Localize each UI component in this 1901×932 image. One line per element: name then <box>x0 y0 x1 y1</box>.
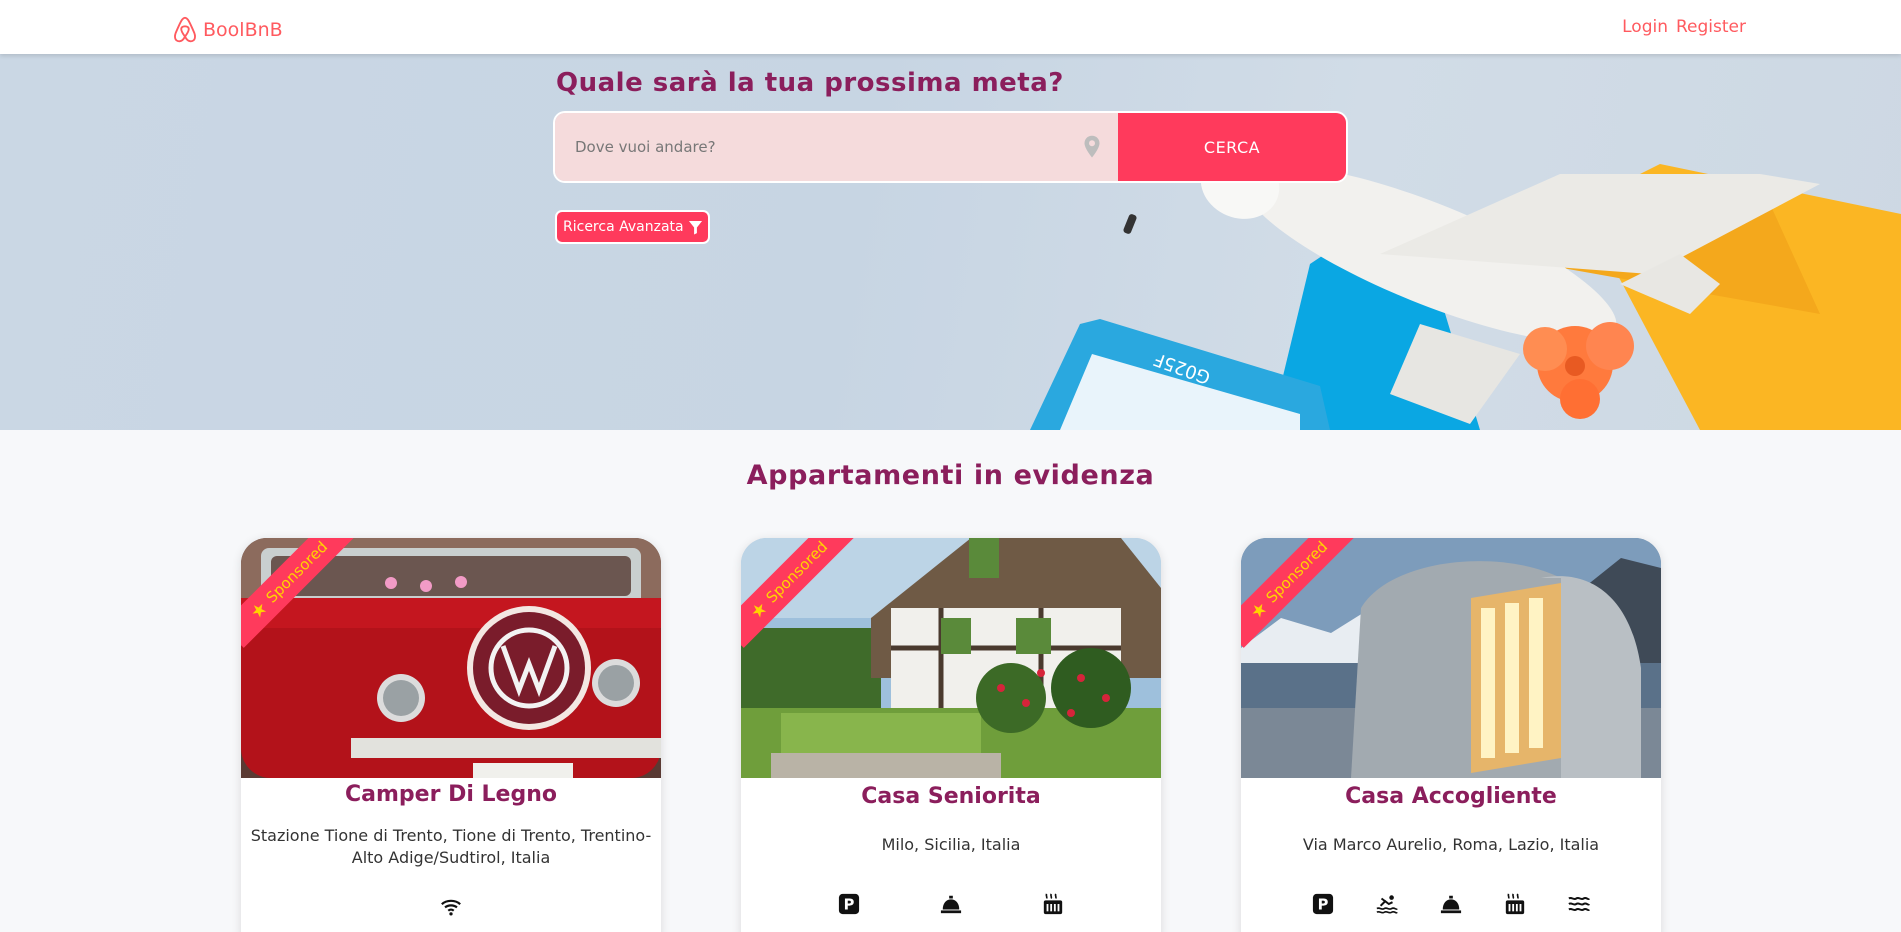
apartment-address: Stazione Tione di Trento, Tione di Trent… <box>250 826 652 867</box>
apartment-card[interactable]: ★ Sponsored Camper Di Legno Stazione Tio… <box>241 538 661 932</box>
advanced-search-label: Ricerca Avanzata <box>563 219 684 235</box>
amenities-list: P <box>1241 893 1661 915</box>
parking-icon: P <box>838 893 860 915</box>
hero-banner: G025F Quale sarà la tua prossima meta? C… <box>0 54 1901 430</box>
sea-view-icon <box>1568 893 1590 915</box>
apartment-title[interactable]: Casa Seniorita <box>741 784 1161 809</box>
reception-bell-icon <box>940 893 962 915</box>
apartment-title[interactable]: Casa Accogliente <box>1241 784 1661 809</box>
hero-airplane-tickets-image: G025F <box>1030 149 1901 430</box>
reception-bell-icon <box>1440 893 1462 915</box>
brand-logo-link[interactable]: BoolBnB <box>170 15 283 45</box>
star-icon: ★ <box>1245 597 1272 624</box>
destination-search-input[interactable] <box>555 113 1118 181</box>
svg-text:P: P <box>1318 897 1329 914</box>
advanced-search-button[interactable]: Ricerca Avanzata <box>555 210 710 244</box>
search-bar: CERCA <box>555 113 1346 181</box>
filter-icon <box>688 220 702 235</box>
wifi-icon <box>440 896 462 918</box>
navbar: BoolBnB Login Register <box>0 0 1901 54</box>
svg-text:P: P <box>844 897 855 914</box>
apartment-title[interactable]: Camper Di Legno <box>241 782 661 807</box>
register-link[interactable]: Register <box>1676 17 1746 37</box>
star-icon: ★ <box>745 597 772 624</box>
apartment-address: Milo, Sicilia, Italia <box>881 835 1021 854</box>
amenities-list: P <box>741 893 1161 915</box>
sauna-icon <box>1042 893 1064 915</box>
parking-icon: P <box>1312 893 1334 915</box>
apartment-address: Via Marco Aurelio, Roma, Lazio, Italia <box>1302 835 1600 854</box>
star-icon: ★ <box>245 597 272 624</box>
search-button[interactable]: CERCA <box>1118 113 1346 181</box>
auth-links: Login Register <box>1622 17 1746 37</box>
airbnb-logo-icon <box>174 16 196 43</box>
featured-section-title: Appartamenti in evidenza <box>746 460 1155 491</box>
map-pin-icon <box>1084 135 1100 158</box>
pool-icon <box>1376 893 1398 915</box>
apartment-card[interactable]: ★ Sponsored Casa Seniorita Milo, Sicilia… <box>741 538 1161 932</box>
login-link[interactable]: Login <box>1622 17 1668 37</box>
hero-title: Quale sarà la tua prossima meta? <box>556 68 1064 98</box>
amenities-list <box>241 896 661 918</box>
sauna-icon <box>1504 893 1526 915</box>
brand-name: BoolBnB <box>203 19 283 41</box>
apartment-card[interactable]: ★ Sponsored Casa Accogliente Via Marco A… <box>1241 538 1661 932</box>
